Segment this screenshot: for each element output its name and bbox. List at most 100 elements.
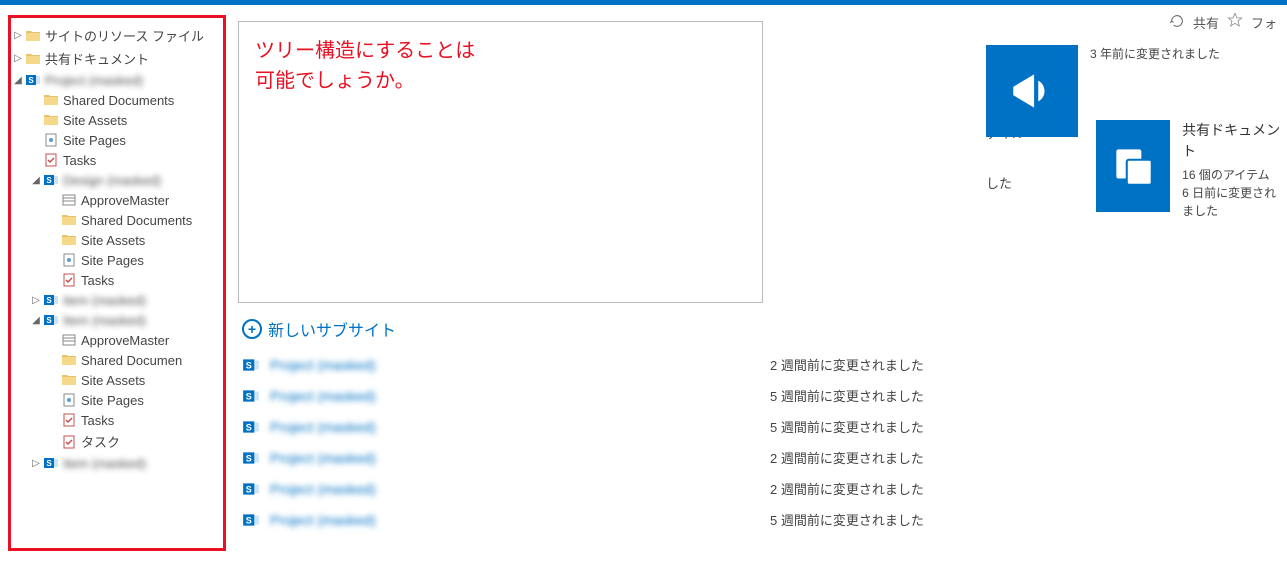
tree-item-label: Site Assets [63, 113, 127, 128]
subsite-row[interactable]: SProject (masked)5 週間前に変更されました [242, 411, 1267, 442]
chevron-right-icon[interactable]: ▷ [13, 54, 23, 64]
chevron-down-icon[interactable]: ◢ [31, 315, 41, 325]
tree-item-label: Site Assets [81, 233, 145, 248]
subsite-row[interactable]: SProject (masked)5 週間前に変更されました [242, 504, 1267, 535]
subsite-name: Project (masked) [270, 388, 770, 404]
tile-modified: 3 年前に変更されました [1090, 45, 1220, 63]
sharepoint-icon: S [25, 72, 41, 88]
megaphone-icon [1007, 66, 1057, 116]
main-content: ツリー構造にすることは 可能でしょうか。 ました ァイル した 3 年前に変更さ… [226, 5, 1287, 571]
tree-item[interactable]: ▷サイトのリソース ファイル [13, 24, 219, 47]
task-icon [61, 412, 77, 428]
expander-placeholder [31, 155, 41, 165]
subsite-modified: 5 週間前に変更されました [770, 386, 924, 405]
folder-icon [43, 112, 59, 128]
task-icon [61, 434, 77, 450]
subsite-row[interactable]: S Project (masked)5 週間前に変更されました [242, 380, 1267, 411]
tree-item-label: Design (masked) [63, 173, 161, 188]
svg-text:S: S [46, 176, 52, 185]
sharepoint-icon: S [242, 449, 260, 467]
subsite-list: SProject (masked)2 週間前に変更されましたSProject (… [242, 349, 1267, 535]
tree-item[interactable]: ApproveMaster [49, 190, 219, 210]
tree-item-label: ApproveMaster [81, 193, 169, 208]
tree-item[interactable]: Site Assets [49, 230, 219, 250]
tree-item-label: Shared Documents [63, 93, 174, 108]
tree-item-label: Site Assets [81, 373, 145, 388]
chevron-right-icon[interactable]: ▷ [31, 458, 41, 468]
expander-placeholder [31, 95, 41, 105]
svg-text:S: S [246, 360, 252, 370]
tree-sidebar: ▷サイトのリソース ファイル▷共有ドキュメント◢SProject (masked… [8, 15, 226, 551]
expander-placeholder [49, 215, 59, 225]
subsite-row[interactable]: SProject (masked)2 週間前に変更されました [242, 442, 1267, 473]
svg-text:S: S [246, 391, 252, 401]
documents-tile[interactable] [1096, 120, 1170, 212]
expander-placeholder [49, 375, 59, 385]
tree-item[interactable]: ◢ S Item (masked) [31, 310, 219, 330]
tree-item-label: Site Pages [81, 393, 144, 408]
tree-item-label: Tasks [63, 153, 96, 168]
subsite-name: Project (masked) [270, 357, 770, 373]
plus-icon: + [242, 319, 262, 339]
tree-item[interactable]: Tasks [31, 150, 219, 170]
tree-item[interactable]: ◢S Project (masked) [13, 70, 219, 90]
folder-icon [61, 372, 77, 388]
svg-text:S: S [46, 316, 52, 325]
tile-row-2: 共有ドキュメント 16 個のアイテム 6 日前に変更されました [1096, 120, 1287, 220]
page-icon [43, 132, 59, 148]
list-icon [61, 192, 77, 208]
chevron-down-icon[interactable]: ◢ [31, 175, 41, 185]
chevron-right-icon[interactable]: ▷ [31, 295, 41, 305]
annotation-text-1: ツリー構造にすることは [255, 36, 746, 66]
tree-item[interactable]: ▷SItem (masked) [31, 453, 219, 473]
expander-placeholder [49, 195, 59, 205]
tree-item[interactable]: Shared Documen [49, 350, 219, 370]
chevron-down-icon[interactable]: ◢ [13, 75, 23, 85]
sharepoint-icon: S [242, 480, 260, 498]
folder-icon [61, 212, 77, 228]
tree-item[interactable]: Tasks [49, 270, 219, 290]
expander-placeholder [49, 395, 59, 405]
tree-item[interactable]: Site Pages [49, 250, 219, 270]
subsite-row[interactable]: SProject (masked)2 週間前に変更されました [242, 349, 1267, 380]
folder-icon [25, 28, 41, 44]
tile-count: 16 個のアイテム [1182, 166, 1287, 184]
tree-item-label: Item (masked) [63, 313, 146, 328]
svg-text:S: S [246, 453, 252, 463]
tree-item[interactable]: ▷SItem (masked) [31, 290, 219, 310]
chevron-right-icon[interactable]: ▷ [13, 31, 23, 41]
subsite-modified: 2 週間前に変更されました [770, 448, 924, 467]
partial-text: した [986, 173, 1012, 192]
annotation-box: ツリー構造にすることは 可能でしょうか。 [238, 21, 763, 303]
tree-item[interactable]: ◢ S Design (masked) [31, 170, 219, 190]
expander-placeholder [49, 415, 59, 425]
sharepoint-icon: S [43, 455, 59, 471]
tree-item[interactable]: Shared Documents [31, 90, 219, 110]
page-icon [61, 252, 77, 268]
subsite-row[interactable]: SProject (masked)2 週間前に変更されました [242, 473, 1267, 504]
expander-placeholder [31, 115, 41, 125]
announcement-tile[interactable] [986, 45, 1078, 137]
subsite-name: Project (masked) [270, 419, 770, 435]
sharepoint-icon: S [242, 387, 260, 405]
tree-item-label: Tasks [81, 413, 114, 428]
tree-item[interactable]: ApproveMaster [49, 330, 219, 350]
new-subsite-link[interactable]: + 新しいサブサイト [242, 317, 1267, 341]
expander-placeholder [31, 135, 41, 145]
expander-placeholder [49, 275, 59, 285]
subsite-modified: 5 週間前に変更されました [770, 510, 924, 529]
tree-item[interactable]: ▷共有ドキュメント [13, 47, 219, 70]
tree-item[interactable]: Tasks [49, 410, 219, 430]
tree-item-label: Project (masked) [45, 73, 143, 88]
tree-item[interactable]: Shared Documents [49, 210, 219, 230]
tree-item[interactable]: タスク [49, 430, 219, 453]
tree-item[interactable]: Site Assets [31, 110, 219, 130]
folder-icon [61, 352, 77, 368]
tile-modified: 6 日前に変更されました [1182, 184, 1287, 220]
subsite-name: Project (masked) [270, 481, 770, 497]
tree-item[interactable]: Site Assets [49, 370, 219, 390]
tree-item[interactable]: Site Pages [31, 130, 219, 150]
svg-text:S: S [246, 422, 252, 432]
sharepoint-icon: S [242, 511, 260, 529]
tree-item[interactable]: Site Pages [49, 390, 219, 410]
